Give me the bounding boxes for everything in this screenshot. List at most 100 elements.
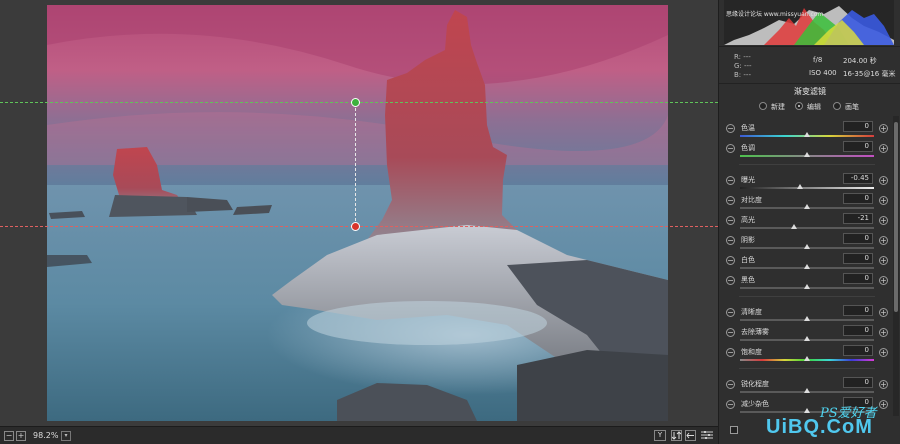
- readout-r: R: ---: [734, 53, 751, 61]
- slider-row: − 色温 0 +: [719, 120, 891, 140]
- preferences-button[interactable]: [700, 430, 713, 441]
- histogram-graph: 思缘设计论坛 www.missyuan.com: [724, 6, 894, 45]
- slider-thumb[interactable]: [790, 224, 797, 229]
- decrease-icon[interactable]: −: [726, 216, 735, 225]
- increase-icon[interactable]: +: [879, 144, 888, 153]
- aperture-value: f/8: [813, 56, 823, 64]
- decrease-icon[interactable]: −: [726, 236, 735, 245]
- decrease-icon[interactable]: −: [726, 380, 735, 389]
- zoom-out-button[interactable]: −: [4, 431, 14, 441]
- histogram-watermark: 思缘设计论坛 www.missyuan.com: [726, 10, 823, 18]
- gradient-axis-line[interactable]: [355, 103, 356, 226]
- slider-value-input[interactable]: 0: [843, 377, 873, 388]
- slider-value-input[interactable]: -21: [843, 213, 873, 224]
- slider-row: − 阴影 0 +: [719, 232, 891, 252]
- mode-selector: 新建 编辑 画笔: [719, 100, 900, 114]
- slider-thumb[interactable]: [804, 316, 810, 321]
- photo-preview[interactable]: [47, 5, 668, 421]
- copy-settings-button[interactable]: [685, 430, 696, 441]
- slider-label: 锐化程度: [741, 380, 769, 388]
- slider-thumb[interactable]: [804, 284, 810, 289]
- slider-label: 去除薄雾: [741, 328, 769, 336]
- slider-row: − 清晰度 0 +: [719, 304, 891, 324]
- increase-icon[interactable]: +: [879, 380, 888, 389]
- slider-thumb[interactable]: [797, 184, 804, 189]
- slider-thumb[interactable]: [804, 204, 810, 209]
- mode-brush-radio[interactable]: [833, 102, 841, 110]
- mode-new-radio[interactable]: [759, 102, 767, 110]
- swap-settings-button[interactable]: [671, 430, 682, 441]
- slider-value-input[interactable]: 0: [843, 305, 873, 316]
- slider-row: − 对比度 0 +: [719, 192, 891, 212]
- slider-label: 曝光: [741, 176, 755, 184]
- readout-b: B: ---: [734, 71, 751, 79]
- image-canvas-area[interactable]: [0, 0, 718, 426]
- watermark-site: UiBQ.CoM: [766, 416, 873, 438]
- decrease-icon[interactable]: −: [726, 124, 735, 133]
- slider-label: 色温: [741, 124, 755, 132]
- slider-thumb[interactable]: [804, 244, 810, 249]
- slider-thumb[interactable]: [804, 132, 810, 137]
- mode-new-label[interactable]: 新建: [771, 102, 785, 112]
- gradient-end-pin[interactable]: [351, 222, 360, 231]
- increase-icon[interactable]: +: [879, 276, 888, 285]
- slider-label: 色调: [741, 144, 755, 152]
- histogram: 思缘设计论坛 www.missyuan.com: [724, 0, 894, 45]
- swap-icon: [671, 431, 682, 440]
- increase-icon[interactable]: +: [879, 308, 888, 317]
- zoom-in-button[interactable]: +: [16, 431, 26, 441]
- decrease-icon[interactable]: −: [726, 308, 735, 317]
- slider-value-input[interactable]: 0: [843, 233, 873, 244]
- iso-value: ISO 400: [809, 69, 837, 77]
- increase-icon[interactable]: +: [879, 256, 888, 265]
- mode-brush-label[interactable]: 画笔: [845, 102, 859, 112]
- decrease-icon[interactable]: −: [726, 400, 735, 409]
- panel-scrollbar-thumb[interactable]: [894, 122, 898, 312]
- decrease-icon[interactable]: −: [726, 256, 735, 265]
- slider-row: − 黑色 0 +: [719, 272, 891, 292]
- slider-thumb[interactable]: [804, 388, 810, 393]
- slider-value-input[interactable]: 0: [843, 121, 873, 132]
- decrease-icon[interactable]: −: [726, 196, 735, 205]
- slider-label: 黑色: [741, 276, 755, 284]
- zoom-dropdown-button[interactable]: ▾: [61, 431, 71, 441]
- increase-icon[interactable]: +: [879, 236, 888, 245]
- increase-icon[interactable]: +: [879, 124, 888, 133]
- before-after-toggle-button[interactable]: Y: [654, 430, 666, 441]
- increase-icon[interactable]: +: [879, 216, 888, 225]
- slider-row: − 白色 0 +: [719, 252, 891, 272]
- slider-value-input[interactable]: 0: [843, 325, 873, 336]
- section-divider: [739, 164, 875, 165]
- slider-value-input[interactable]: 0: [843, 141, 873, 152]
- show-overlay-checkbox[interactable]: [730, 426, 738, 434]
- gradient-start-pin[interactable]: [351, 98, 360, 107]
- increase-icon[interactable]: +: [879, 176, 888, 185]
- slider-value-input[interactable]: 0: [843, 193, 873, 204]
- slider-thumb[interactable]: [804, 152, 810, 157]
- zoom-level: 98.2%: [33, 431, 59, 440]
- slider-track[interactable]: [740, 227, 874, 229]
- slider-track[interactable]: [740, 187, 874, 189]
- slider-value-input[interactable]: 0: [843, 345, 873, 356]
- status-bar: − + 98.2% ▾ Y: [0, 426, 718, 444]
- increase-icon[interactable]: +: [879, 348, 888, 357]
- decrease-icon[interactable]: −: [726, 144, 735, 153]
- decrease-icon[interactable]: −: [726, 176, 735, 185]
- slider-thumb[interactable]: [804, 356, 810, 361]
- decrease-icon[interactable]: −: [726, 348, 735, 357]
- mode-edit-label[interactable]: 编辑: [807, 102, 821, 112]
- decrease-icon[interactable]: −: [726, 276, 735, 285]
- image-metadata: R: --- G: --- B: --- f/8 204.00 秒 ISO 40…: [719, 46, 900, 84]
- increase-icon[interactable]: +: [879, 328, 888, 337]
- slider-thumb[interactable]: [804, 264, 810, 269]
- slider-value-input[interactable]: 0: [843, 273, 873, 284]
- tool-title: 渐变滤镜: [794, 87, 826, 96]
- seascape-photo: [47, 5, 668, 421]
- increase-icon[interactable]: +: [879, 196, 888, 205]
- slider-value-input[interactable]: 0: [843, 253, 873, 264]
- slider-value-input[interactable]: -0.45: [843, 173, 873, 184]
- decrease-icon[interactable]: −: [726, 328, 735, 337]
- mode-edit-radio[interactable]: [795, 102, 803, 110]
- slider-thumb[interactable]: [804, 336, 810, 341]
- slider-label: 白色: [741, 256, 755, 264]
